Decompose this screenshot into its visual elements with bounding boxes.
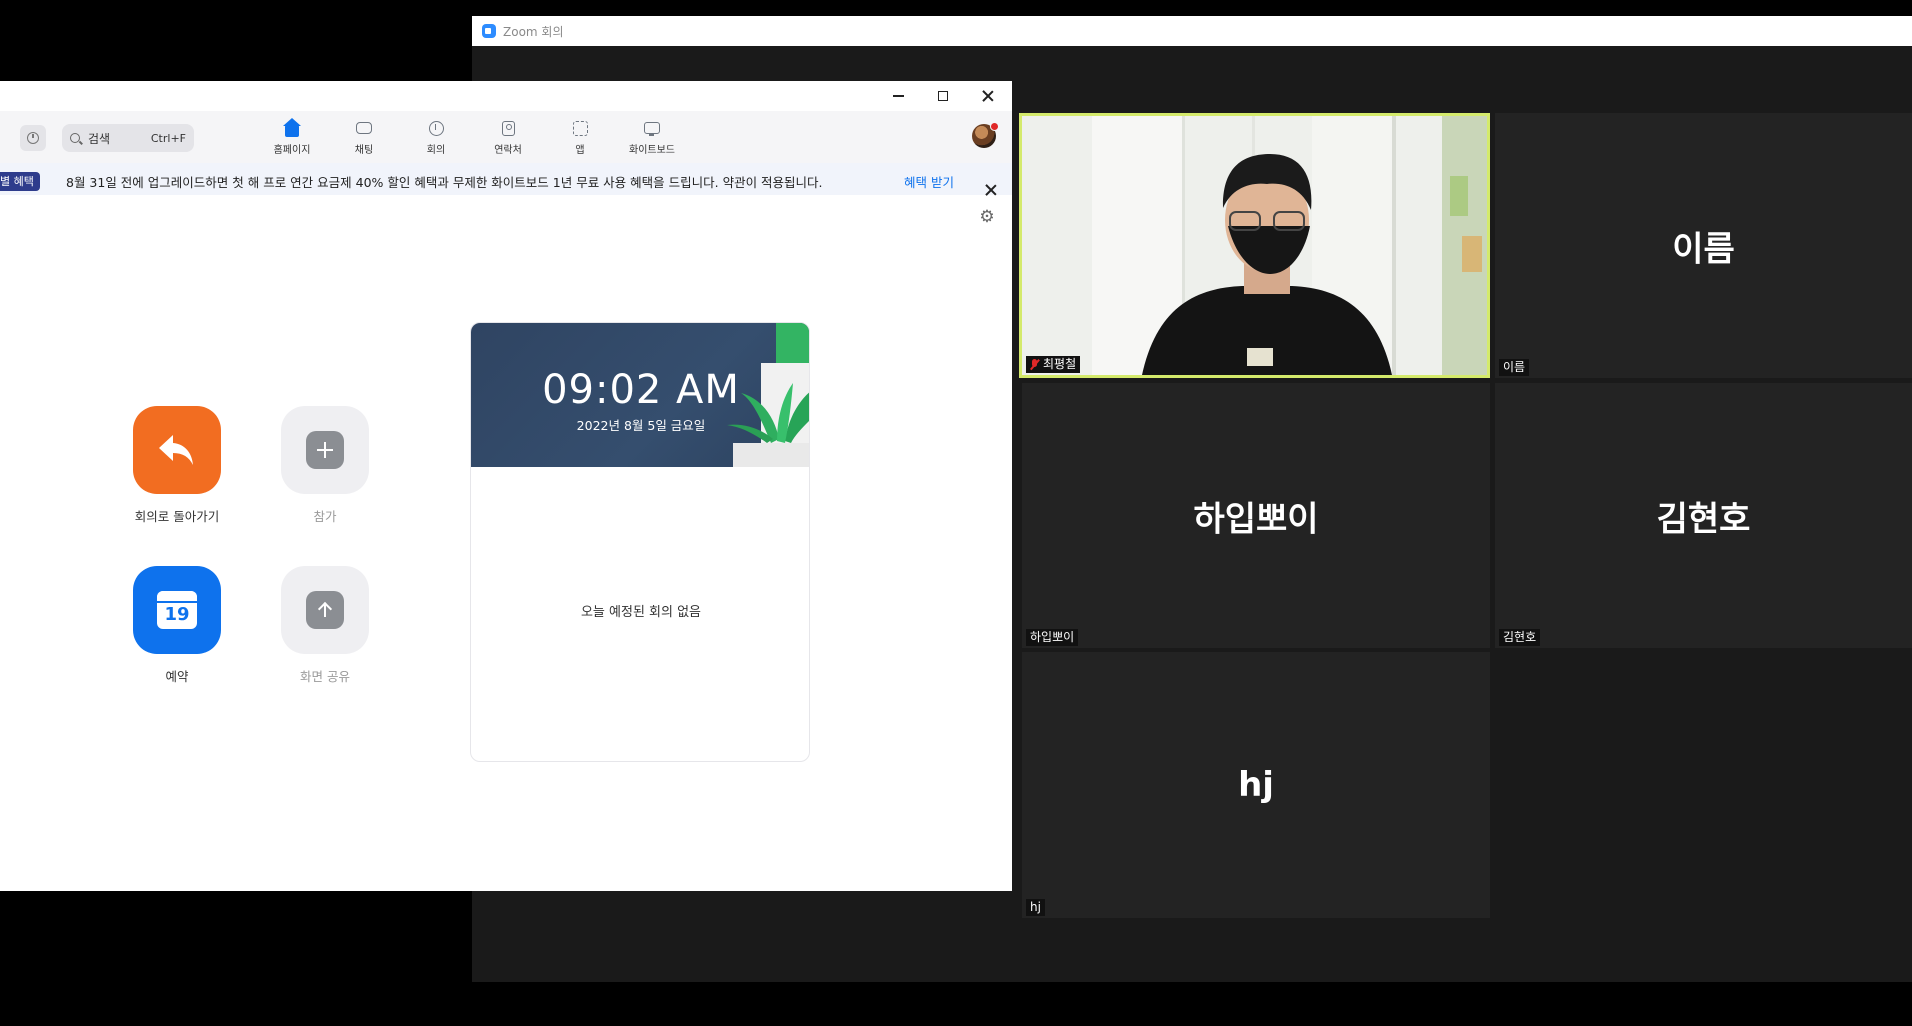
search-input[interactable]: 검색 Ctrl+F bbox=[62, 124, 194, 152]
meeting-titlebar: Zoom 회의 bbox=[472, 16, 1912, 46]
clock-header: 09:02 AM 2022년 8월 5일 금요일 bbox=[471, 323, 809, 467]
maximize-icon bbox=[938, 91, 948, 101]
participant-display-name: hj bbox=[1238, 765, 1274, 805]
mic-muted-icon bbox=[1030, 358, 1039, 370]
apps-icon bbox=[572, 120, 588, 136]
clock-icon bbox=[428, 120, 444, 136]
participant-tile[interactable]: hj hj bbox=[1022, 652, 1490, 918]
calendar-icon: 19 bbox=[157, 591, 197, 629]
search-shortcut: Ctrl+F bbox=[150, 131, 186, 145]
plus-icon bbox=[317, 442, 333, 458]
notification-dot bbox=[990, 122, 999, 131]
share-button-tile[interactable] bbox=[281, 566, 369, 654]
settings-gear-icon[interactable]: ⚙ bbox=[979, 209, 995, 226]
tab-meetings[interactable]: 회의 bbox=[404, 117, 468, 161]
close-icon[interactable] bbox=[985, 184, 997, 196]
upcoming-meetings-card: 09:02 AM 2022년 8월 5일 금요일 오늘 예정된 회의 없음 bbox=[470, 322, 810, 762]
participant-nametag: 최평철 bbox=[1026, 356, 1081, 373]
minimize-button[interactable] bbox=[876, 81, 920, 111]
join-button[interactable]: 참가 bbox=[265, 406, 385, 525]
participant-tile[interactable]: 김현호 김현호 bbox=[1495, 383, 1912, 648]
meeting-title: Zoom 회의 bbox=[503, 24, 564, 39]
share-screen-button[interactable]: 화면 공유 bbox=[265, 566, 385, 685]
schedule-button[interactable]: 19 예약 bbox=[117, 566, 237, 685]
participant-nametag: hj bbox=[1026, 899, 1045, 916]
share-arrow-icon bbox=[317, 602, 333, 618]
tab-contacts[interactable]: 연락처 bbox=[476, 117, 540, 161]
return-to-meeting-button[interactable]: 회의로 돌아가기 bbox=[117, 406, 237, 525]
participant-tile[interactable]: 하입뽀이 하입뽀이 bbox=[1022, 383, 1490, 648]
return-arrow-icon bbox=[159, 435, 193, 465]
tab-apps[interactable]: 앱 bbox=[548, 117, 612, 161]
current-time: 09:02 AM bbox=[542, 367, 740, 413]
current-date: 2022년 8월 5일 금요일 bbox=[576, 418, 706, 433]
schedule-button-tile[interactable]: 19 bbox=[133, 566, 221, 654]
participant-display-name: 이름 bbox=[1672, 229, 1735, 269]
tab-chat[interactable]: 채팅 bbox=[332, 117, 396, 161]
contacts-icon bbox=[501, 120, 515, 136]
zoom-home-window: 검색 Ctrl+F 홈페이지 채팅 회의 연락처 앱 화이트보드 별 혜택 8월… bbox=[0, 81, 1012, 891]
main-toolbar: 검색 Ctrl+F 홈페이지 채팅 회의 연락처 앱 화이트보드 bbox=[0, 111, 1012, 163]
history-icon bbox=[27, 132, 39, 144]
join-button-tile[interactable] bbox=[281, 406, 369, 494]
chat-icon bbox=[356, 122, 372, 134]
search-placeholder: 검색 bbox=[88, 131, 111, 146]
participant-nametag: 이름 bbox=[1499, 359, 1530, 376]
participant-tile-video[interactable]: 최평철 bbox=[1019, 113, 1490, 378]
tab-whiteboard[interactable]: 화이트보드 bbox=[620, 117, 684, 161]
history-button[interactable] bbox=[20, 125, 46, 151]
minimize-icon bbox=[892, 95, 904, 97]
participant-display-name: 김현호 bbox=[1656, 499, 1751, 539]
participant-nametag: 하입뽀이 bbox=[1026, 629, 1079, 646]
participant-tile[interactable]: 이름 이름 bbox=[1495, 113, 1912, 378]
whiteboard-icon bbox=[644, 122, 660, 136]
close-window-button[interactable] bbox=[966, 81, 1010, 111]
participant-video-feed bbox=[1022, 116, 1487, 375]
promo-badge: 별 혜택 bbox=[0, 172, 40, 191]
participant-display-name: 하입뽀이 bbox=[1193, 499, 1319, 539]
return-button-tile[interactable] bbox=[133, 406, 221, 494]
tab-home[interactable]: 홈페이지 bbox=[260, 117, 324, 161]
search-icon bbox=[70, 133, 80, 143]
promo-banner: 별 혜택 8월 31일 전에 업그레이드하면 첫 해 프로 연간 요금제 40%… bbox=[0, 163, 1012, 195]
zoom-logo-icon bbox=[482, 24, 496, 38]
close-icon bbox=[982, 90, 994, 102]
promo-text: 8월 31일 전에 업그레이드하면 첫 해 프로 연간 요금제 40% 할인 혜… bbox=[66, 175, 823, 190]
home-icon bbox=[283, 117, 301, 137]
promo-link[interactable]: 혜택 받기 bbox=[904, 172, 954, 191]
maximize-button[interactable] bbox=[921, 81, 965, 111]
no-meetings-message: 오늘 예정된 회의 없음 bbox=[580, 605, 702, 620]
window-caption-bar bbox=[0, 81, 1012, 111]
participant-nametag: 김현호 bbox=[1499, 629, 1541, 646]
